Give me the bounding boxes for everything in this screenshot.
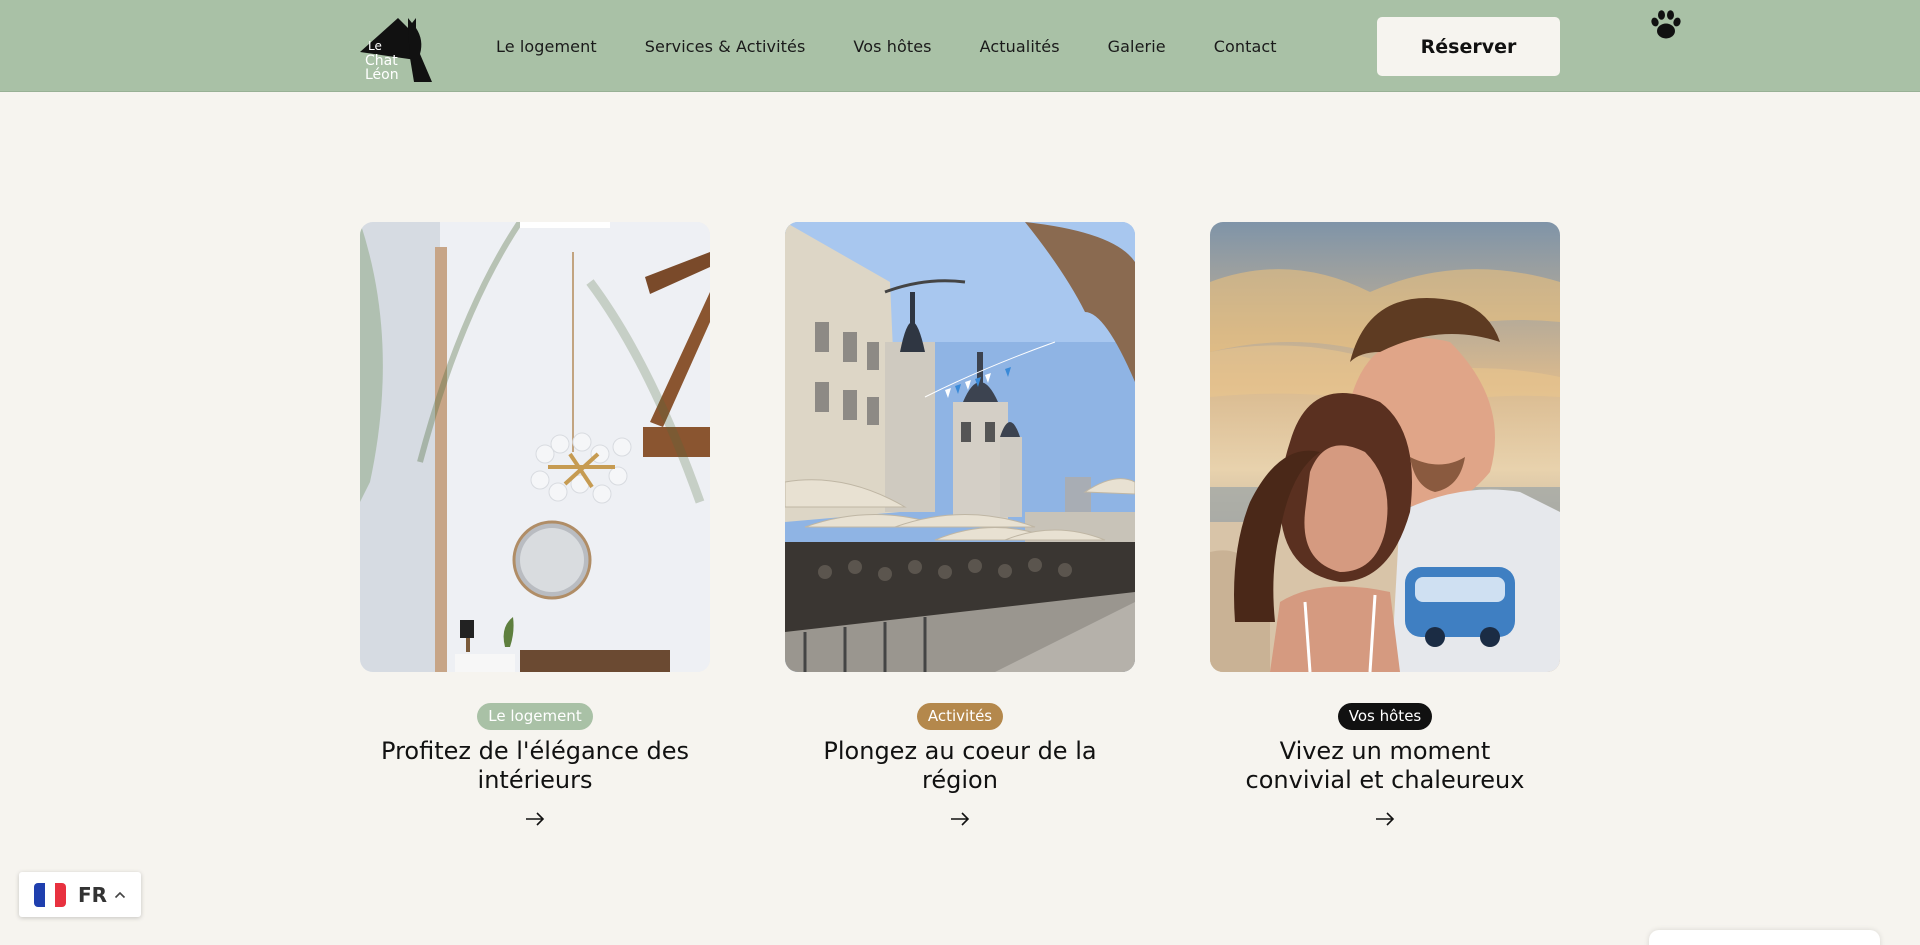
category-badge: Le logement	[477, 703, 593, 730]
card-title[interactable]: Vivez un moment convivial et chaleureux	[1210, 737, 1560, 795]
card-title-line: Vivez un moment	[1279, 737, 1491, 765]
card-vos-hotes[interactable]: Vos hôtes Vivez un moment convivial et c…	[1210, 222, 1560, 829]
nav-services-activites[interactable]: Services & Activités	[645, 37, 806, 56]
card-le-logement[interactable]: Le logement Profitez de l'élégance des i…	[360, 222, 710, 829]
nav-galerie[interactable]: Galerie	[1108, 37, 1166, 56]
arrow-right-icon[interactable]	[1372, 809, 1398, 829]
france-flag-icon	[34, 882, 66, 907]
interior-photo[interactable]	[360, 222, 710, 672]
town-square-photo[interactable]	[785, 222, 1135, 672]
card-title[interactable]: Profitez de l'élégance des intérieurs	[360, 737, 710, 795]
card-title-line: région	[922, 766, 998, 794]
category-badge: Activités	[916, 703, 1004, 730]
nav-contact[interactable]: Contact	[1214, 37, 1277, 56]
card-title-line: intérieurs	[477, 766, 593, 794]
nav-vos-hotes[interactable]: Vos hôtes	[853, 37, 931, 56]
category-badge: Vos hôtes	[1337, 703, 1433, 730]
nav-actualites[interactable]: Actualités	[980, 37, 1060, 56]
nav-le-logement[interactable]: Le logement	[496, 37, 597, 56]
card-title-line: Profitez de l'élégance des	[381, 737, 689, 765]
logo-text-le: Le	[368, 39, 382, 53]
paw-icon[interactable]	[1648, 6, 1684, 42]
logo-house-cat-icon: Le Chat Léon	[360, 18, 432, 82]
logo[interactable]: Le Chat Léon	[358, 10, 440, 82]
language-code: FR	[78, 882, 108, 907]
reserve-button[interactable]: Réserver	[1377, 17, 1560, 76]
arrow-right-icon[interactable]	[947, 809, 973, 829]
main-nav: Le logement Services & Activités Vos hôt…	[496, 0, 1325, 92]
hosts-photo[interactable]	[1210, 222, 1560, 672]
logo-text-leon: Léon	[365, 67, 399, 82]
card-activites[interactable]: Activités Plongez au coeur de la région	[785, 222, 1135, 829]
card-title-line: Plongez au coeur de la	[823, 737, 1097, 765]
language-switcher[interactable]: FR	[19, 872, 141, 917]
card-title-line: convivial et chaleureux	[1245, 766, 1525, 794]
site-header: Le Chat Léon Le logement Services & Acti…	[0, 0, 1920, 92]
chevron-up-icon	[114, 891, 126, 898]
arrow-right-icon[interactable]	[522, 809, 548, 829]
card-title[interactable]: Plongez au coeur de la région	[785, 737, 1135, 795]
chat-widget-tab[interactable]	[1649, 930, 1880, 945]
